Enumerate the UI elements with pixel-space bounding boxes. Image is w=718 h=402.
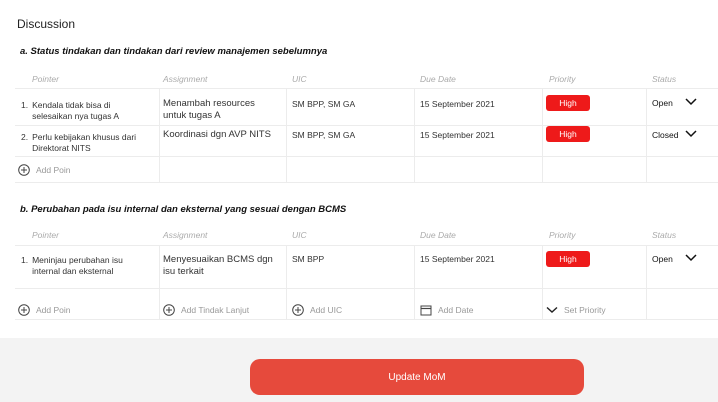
add-tindak-lanjut-button[interactable]: Add Tindak Lanjut xyxy=(163,304,249,316)
divider xyxy=(15,182,718,183)
divider xyxy=(15,288,718,289)
priority-badge: High xyxy=(546,251,590,267)
col-head-status: Status xyxy=(652,74,677,84)
calendar-icon xyxy=(420,305,432,316)
page-heading: Discussion xyxy=(17,17,76,31)
chevron-down-icon[interactable] xyxy=(685,254,697,262)
add-poin-button[interactable]: Add Poin xyxy=(18,304,71,316)
col-head-uic: UIC xyxy=(292,74,307,84)
assignment-text: Menambah resources xyxy=(163,98,255,109)
divider xyxy=(15,125,718,126)
divider xyxy=(15,156,718,157)
due-date-cell: 15 September 2021 xyxy=(420,130,495,140)
chevron-down-icon[interactable] xyxy=(685,98,697,106)
add-poin-label: Add Poin xyxy=(36,305,71,315)
divider xyxy=(15,88,718,89)
status-label: Open xyxy=(652,98,673,108)
pointer-text: Meninjau perubahan isu xyxy=(32,255,123,265)
row-number: 1. xyxy=(21,100,29,110)
pointer-text: Direktorat NITS xyxy=(32,143,91,153)
col-head-priority: Priority xyxy=(549,74,576,84)
row-number: 1. xyxy=(21,255,29,265)
col-head-due-date: Due Date xyxy=(420,230,456,240)
row-number: 2. xyxy=(21,132,29,142)
assignment-text: isu terkait xyxy=(163,266,204,277)
chevron-down-icon[interactable] xyxy=(685,130,697,138)
divider xyxy=(15,319,718,320)
section-a-title: a. Status tindakan dan tindakan dari rev… xyxy=(20,46,328,57)
priority-badge: High xyxy=(546,126,590,142)
assignment-cell: Menambah resources untuk tugas A xyxy=(163,98,255,122)
col-head-pointer: Pointer xyxy=(32,230,59,240)
set-priority-button[interactable]: Set Priority xyxy=(546,304,606,316)
divider xyxy=(159,245,160,319)
update-mom-button[interactable]: Update MoM xyxy=(250,359,584,395)
uic-cell: SM BPP xyxy=(292,254,325,264)
divider xyxy=(542,88,543,182)
plus-circle-icon xyxy=(163,304,175,316)
uic-cell: SM BPP, SM GA xyxy=(292,99,356,109)
add-tindak-lanjut-label: Add Tindak Lanjut xyxy=(181,305,250,315)
divider xyxy=(646,88,647,182)
assignment-cell: Koordinasi dgn AVP NITS xyxy=(163,129,271,141)
add-date-button[interactable]: Add Date xyxy=(420,304,473,316)
table-row: 1. Kendala tidak bisa di selesaikan nya … xyxy=(21,100,157,122)
divider xyxy=(286,245,287,319)
plus-circle-icon xyxy=(18,164,30,176)
due-date-cell: 15 September 2021 xyxy=(420,99,495,109)
due-date-cell: 15 September 2021 xyxy=(420,254,495,264)
table-row: 2. Perlu kebijakan khusus dari Direktora… xyxy=(21,132,157,154)
status-label: Open xyxy=(652,254,673,264)
plus-circle-icon xyxy=(292,304,304,316)
divider xyxy=(646,245,647,319)
add-uic-label: Add UIC xyxy=(310,305,343,315)
set-priority-label: Set Priority xyxy=(564,305,606,315)
assignment-cell: Menyesuaikan BCMS dgn isu terkait xyxy=(163,254,273,278)
add-poin-label: Add Poin xyxy=(36,165,71,175)
col-head-assignment: Assignment xyxy=(163,74,208,84)
uic-cell: SM BPP, SM GA xyxy=(292,130,356,140)
assignment-text: Menyesuaikan BCMS dgn xyxy=(163,254,273,265)
col-head-status: Status xyxy=(652,230,677,240)
pointer-text: Perlu kebijakan khusus dari xyxy=(32,132,137,142)
table-row: 1. Meninjau perubahan isu internal dan e… xyxy=(21,255,157,277)
divider xyxy=(542,245,543,319)
divider xyxy=(414,245,415,319)
priority-badge: High xyxy=(546,95,590,111)
assignment-text: untuk tugas A xyxy=(163,110,221,121)
add-uic-button[interactable]: Add UIC xyxy=(292,304,342,316)
add-poin-button[interactable]: Add Poin xyxy=(18,164,71,176)
col-head-priority: Priority xyxy=(549,230,576,240)
col-head-assignment: Assignment xyxy=(163,230,208,240)
pointer-text: internal dan eksternal xyxy=(32,266,114,276)
chevron-down-icon xyxy=(546,306,558,313)
add-date-label: Add Date xyxy=(438,305,474,315)
divider xyxy=(286,88,287,182)
section-b-title: b. Perubahan pada isu internal dan ekste… xyxy=(20,204,347,215)
divider xyxy=(414,88,415,182)
pointer-text: selesaikan nya tugas A xyxy=(32,111,120,121)
col-head-due-date: Due Date xyxy=(420,74,456,84)
col-head-uic: UIC xyxy=(292,230,307,240)
divider xyxy=(15,245,718,246)
col-head-pointer: Pointer xyxy=(32,74,59,84)
assignment-text: Koordinasi dgn AVP NITS xyxy=(163,129,271,140)
pointer-text: Kendala tidak bisa di xyxy=(32,100,111,110)
plus-circle-icon xyxy=(18,304,30,316)
divider xyxy=(159,88,160,182)
status-label: Closed xyxy=(652,130,679,140)
